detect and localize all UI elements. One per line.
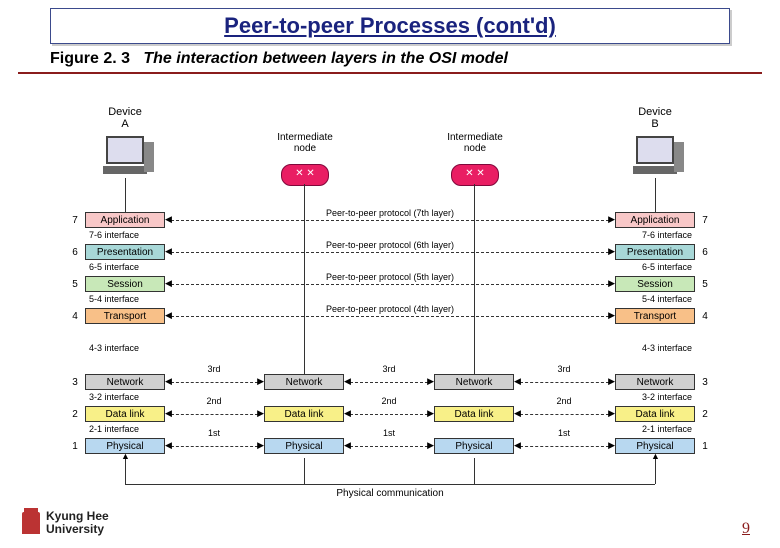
iface-r-43: 4-3 interface bbox=[617, 343, 692, 353]
layer-nl-3: Network bbox=[264, 374, 344, 390]
node-left-label: Intermediate node bbox=[270, 132, 340, 154]
num-r-7: 7 bbox=[699, 215, 711, 226]
layer-a-4: Transport bbox=[85, 308, 165, 324]
university-name: Kyung Hee University bbox=[46, 510, 109, 536]
hop2-1 bbox=[171, 414, 258, 415]
page-number: 9 bbox=[742, 520, 750, 538]
layer-a-6: Presentation bbox=[85, 244, 165, 260]
num-l-7: 7 bbox=[69, 215, 81, 226]
iface-l-32: 3-2 interface bbox=[89, 392, 164, 402]
num-l-3: 3 bbox=[69, 377, 81, 388]
hop1-2 bbox=[350, 446, 428, 447]
device-a-label: Device A bbox=[95, 106, 155, 130]
iface-l-54: 5-4 interface bbox=[89, 294, 164, 304]
num-r-2: 2 bbox=[699, 409, 711, 420]
router-left-icon: ✕ ✕ bbox=[281, 164, 329, 186]
hop3-3-lbl: 3rd bbox=[549, 364, 579, 374]
layer-nl-2: Data link bbox=[264, 406, 344, 422]
hop3-1 bbox=[171, 382, 258, 383]
hop3-3 bbox=[520, 382, 609, 383]
proto-label-6: Peer-to-peer protocol (6th layer) bbox=[310, 240, 470, 250]
layer-nr-2: Data link bbox=[434, 406, 514, 422]
num-r-3: 3 bbox=[699, 377, 711, 388]
vline-node-l bbox=[304, 184, 305, 374]
figure-caption: The interaction between layers in the OS… bbox=[143, 50, 508, 67]
layer-a-7: Application bbox=[85, 212, 165, 228]
slide-title: Peer-to-peer Processes (cont'd) bbox=[224, 13, 556, 38]
title-banner: Peer-to-peer Processes (cont'd) bbox=[50, 8, 730, 44]
num-l-5: 5 bbox=[69, 279, 81, 290]
hop2-2-lbl: 2nd bbox=[374, 396, 404, 406]
hop3-2-lbl: 3rd bbox=[374, 364, 404, 374]
layer-b-4: Transport bbox=[615, 308, 695, 324]
layer-b-2: Data link bbox=[615, 406, 695, 422]
computer-a-icon bbox=[100, 136, 150, 178]
vline-a bbox=[125, 178, 126, 212]
phys-label: Physical communication bbox=[320, 488, 460, 499]
iface-r-65: 6-5 interface bbox=[617, 262, 692, 272]
layer-a-5: Session bbox=[85, 276, 165, 292]
node-right-label: Intermediate node bbox=[440, 132, 510, 154]
num-r-1: 1 bbox=[699, 441, 711, 452]
iface-r-76: 7-6 interface bbox=[617, 230, 692, 240]
iface-l-76: 7-6 interface bbox=[89, 230, 164, 240]
layer-b-6: Presentation bbox=[615, 244, 695, 260]
phys-v-nr bbox=[474, 458, 475, 484]
hop2-3 bbox=[520, 414, 609, 415]
hop1-3-lbl: 1st bbox=[549, 428, 579, 438]
phys-v-a bbox=[125, 458, 126, 484]
layer-nr-1: Physical bbox=[434, 438, 514, 454]
phys-line bbox=[125, 484, 655, 485]
hop2-3-lbl: 2nd bbox=[549, 396, 579, 406]
osi-diagram: Device A Device B Intermediate node Inte… bbox=[75, 112, 705, 512]
university-footer: Kyung Hee University bbox=[22, 510, 109, 536]
computer-b-icon bbox=[630, 136, 680, 178]
iface-r-54: 5-4 interface bbox=[617, 294, 692, 304]
num-l-2: 2 bbox=[69, 409, 81, 420]
layer-nr-3: Network bbox=[434, 374, 514, 390]
iface-r-32: 3-2 interface bbox=[617, 392, 692, 402]
hop2-1-lbl: 2nd bbox=[199, 396, 229, 406]
iface-l-21: 2-1 interface bbox=[89, 424, 164, 434]
hop3-1-lbl: 3rd bbox=[199, 364, 229, 374]
figure-label: Figure 2. 3 bbox=[50, 50, 130, 67]
layer-nl-1: Physical bbox=[264, 438, 344, 454]
layer-a-3: Network bbox=[85, 374, 165, 390]
hop1-1-lbl: 1st bbox=[199, 428, 229, 438]
hop2-2 bbox=[350, 414, 428, 415]
hop1-3 bbox=[520, 446, 609, 447]
num-r-5: 5 bbox=[699, 279, 711, 290]
num-l-4: 4 bbox=[69, 311, 81, 322]
layer-b-5: Session bbox=[615, 276, 695, 292]
divider bbox=[18, 72, 762, 74]
proto-label-5: Peer-to-peer protocol (5th layer) bbox=[310, 272, 470, 282]
num-r-4: 4 bbox=[699, 311, 711, 322]
proto-label-4: Peer-to-peer protocol (4th layer) bbox=[310, 304, 470, 314]
proto-line-4 bbox=[171, 316, 609, 317]
num-l-6: 6 bbox=[69, 247, 81, 258]
router-right-icon: ✕ ✕ bbox=[451, 164, 499, 186]
iface-l-43: 4-3 interface bbox=[89, 343, 164, 353]
layer-b-7: Application bbox=[615, 212, 695, 228]
num-l-1: 1 bbox=[69, 441, 81, 452]
device-b-label: Device B bbox=[625, 106, 685, 130]
iface-l-65: 6-5 interface bbox=[89, 262, 164, 272]
proto-line-7 bbox=[171, 220, 609, 221]
proto-line-5 bbox=[171, 284, 609, 285]
vline-node-r bbox=[474, 184, 475, 374]
phys-v-b bbox=[655, 458, 656, 484]
layer-a-2: Data link bbox=[85, 406, 165, 422]
university-logo-icon bbox=[22, 512, 40, 534]
hop1-1 bbox=[171, 446, 258, 447]
figure-row: Figure 2. 3 The interaction between laye… bbox=[50, 50, 730, 68]
hop1-2-lbl: 1st bbox=[374, 428, 404, 438]
vline-b bbox=[655, 178, 656, 212]
proto-line-6 bbox=[171, 252, 609, 253]
layer-b-3: Network bbox=[615, 374, 695, 390]
num-r-6: 6 bbox=[699, 247, 711, 258]
phys-v-nl bbox=[304, 458, 305, 484]
hop3-2 bbox=[350, 382, 428, 383]
proto-label-7: Peer-to-peer protocol (7th layer) bbox=[310, 208, 470, 218]
iface-r-21: 2-1 interface bbox=[617, 424, 692, 434]
